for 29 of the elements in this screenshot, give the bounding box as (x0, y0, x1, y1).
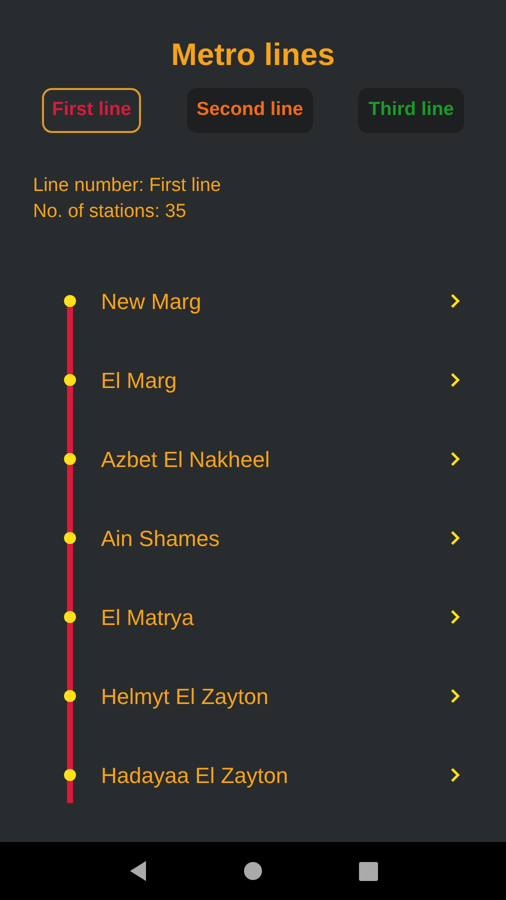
back-icon[interactable] (128, 860, 148, 882)
screen-title: Metro lines (170, 36, 336, 74)
station-name: New Marg (101, 288, 202, 316)
station-item[interactable]: New Marg (101, 279, 506, 323)
chevron-right-icon (450, 372, 460, 388)
line-info-text: Line number: First line (33, 174, 222, 198)
chevron-right-icon (450, 530, 460, 546)
station-name: Azbet El Nakheel (101, 446, 270, 474)
station-item[interactable]: Hadayaa El Zayton (101, 753, 506, 797)
station-name: El Matrya (101, 604, 194, 632)
station-item[interactable]: Helmyt El Zayton (101, 674, 506, 718)
station-item[interactable]: El Matrya (101, 595, 506, 639)
chevron-right-icon (450, 451, 460, 467)
home-icon[interactable] (244, 862, 262, 880)
chevron-right-icon (450, 688, 460, 704)
station-name: Helmyt El Zayton (101, 682, 268, 711)
station-name: Ain Shames (101, 524, 220, 552)
station-item[interactable]: El Marg (101, 358, 506, 402)
chevron-right-icon (450, 609, 460, 625)
recents-icon[interactable] (358, 862, 378, 880)
line-info-text: No. of stations: 35 (33, 200, 188, 224)
station-item[interactable]: Azbet El Nakheel (101, 437, 506, 481)
chevron-right-icon (450, 767, 460, 783)
station-name: Hadayaa El Zayton (101, 762, 288, 790)
line-tab[interactable]: Third line (358, 88, 464, 133)
station-item[interactable]: Ain Shames (101, 516, 506, 560)
chevron-right-icon (450, 293, 460, 309)
station-name: El Marg (101, 366, 177, 395)
line-tab[interactable]: Second line (186, 88, 314, 133)
